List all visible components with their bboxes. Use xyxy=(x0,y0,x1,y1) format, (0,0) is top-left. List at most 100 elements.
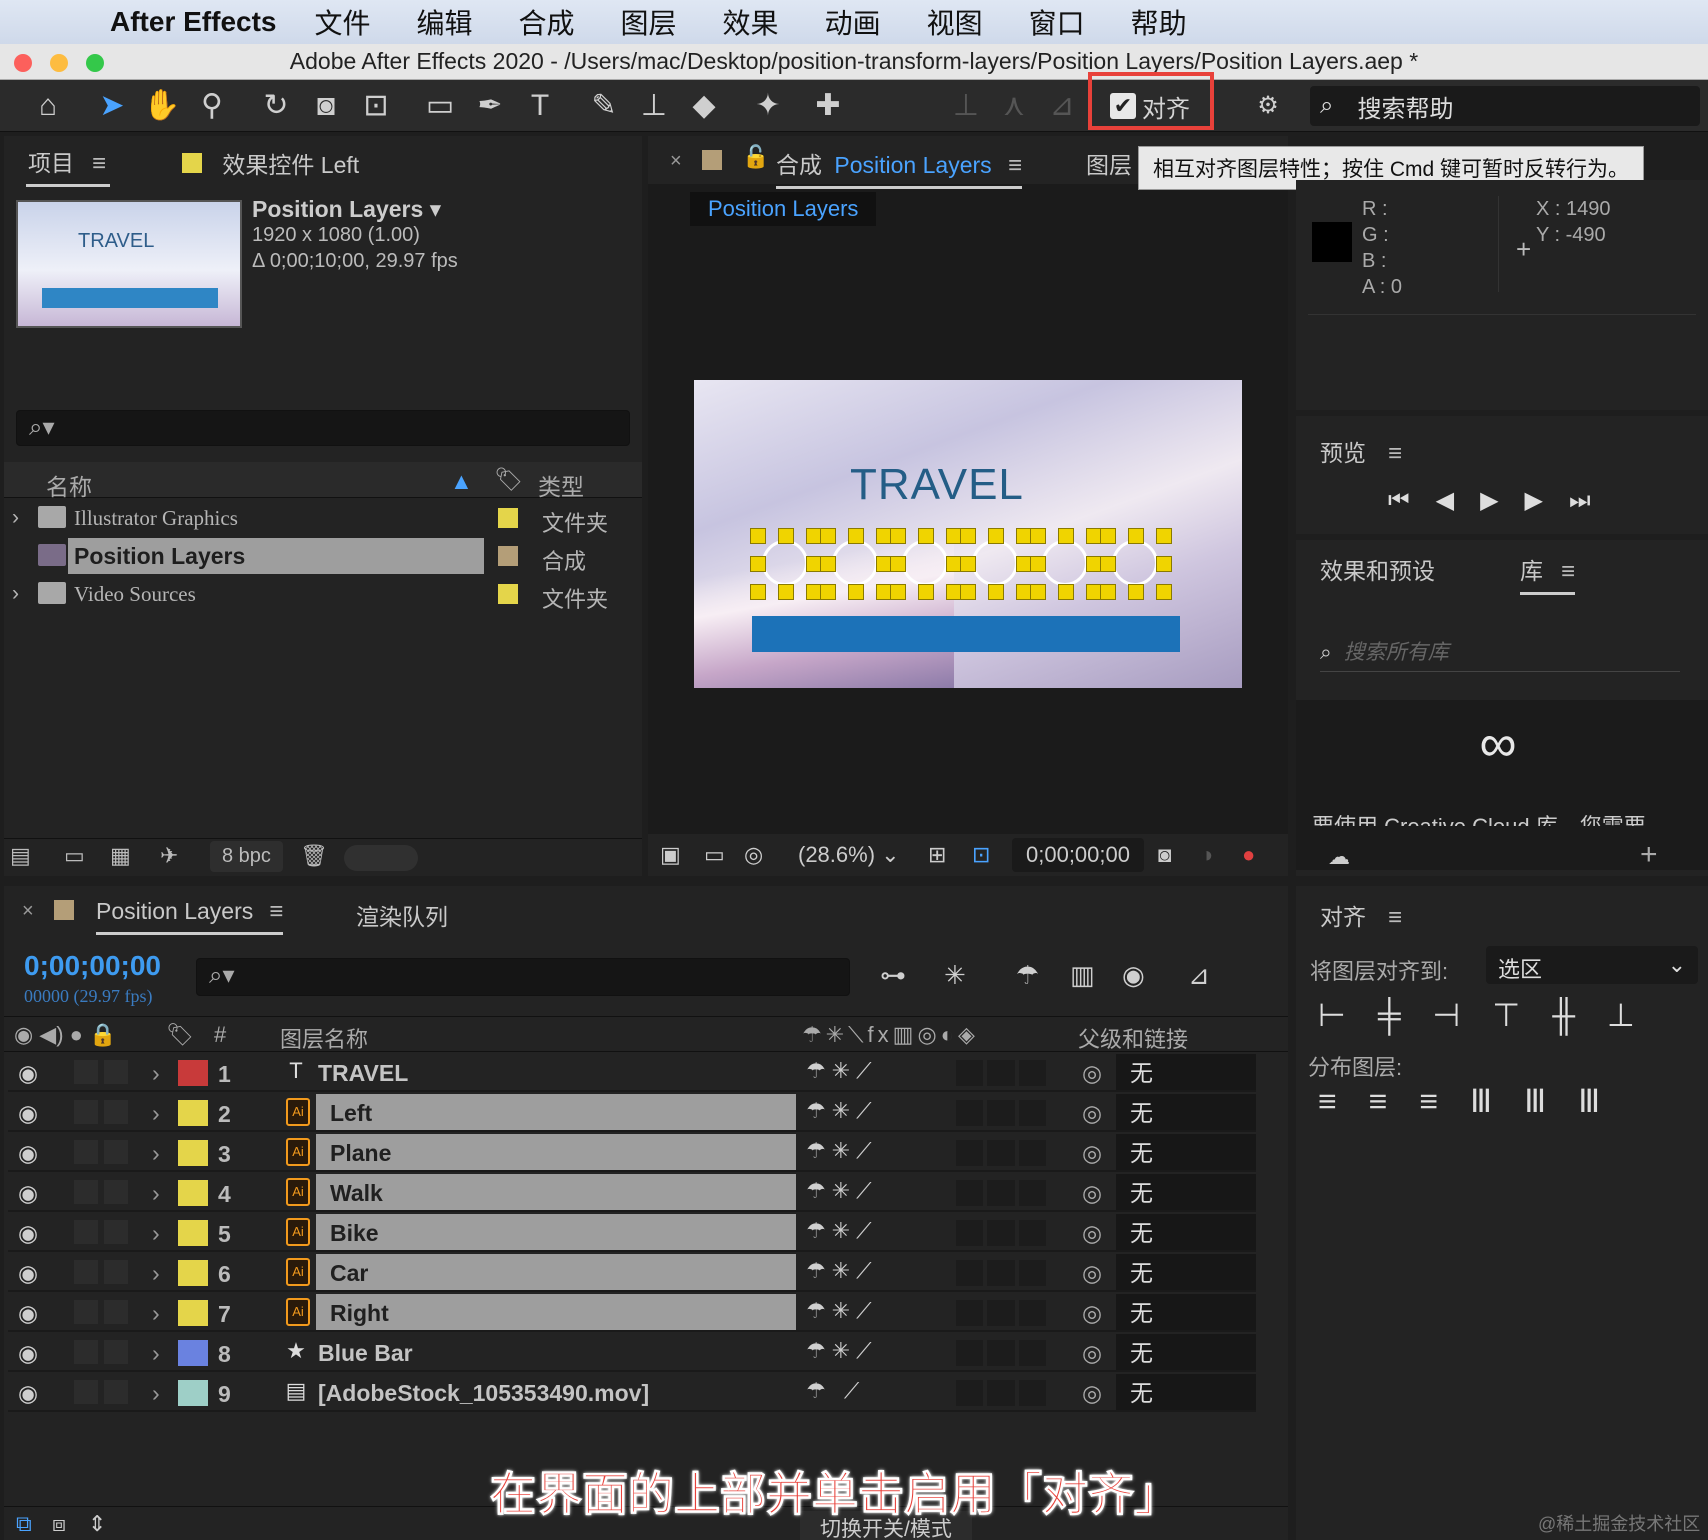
pan-behind-tool-icon[interactable]: ⊡ xyxy=(356,86,396,126)
layer-switches[interactable]: ☂✳⟋ xyxy=(806,1178,878,1204)
rotate-tool-icon[interactable]: ↻ xyxy=(256,86,296,126)
selection-handle[interactable] xyxy=(1058,584,1074,600)
layer-label-color[interactable] xyxy=(178,1340,208,1366)
eraser-tool-icon[interactable]: ◆ xyxy=(684,86,724,126)
layer-row[interactable]: ◉ › 3 Ai Plane ☂✳⟋ ◎ 无 xyxy=(8,1134,1256,1172)
align-hcenter-icon[interactable]: ╪ xyxy=(1378,997,1433,1033)
pick-whip-icon[interactable]: ◎ xyxy=(1082,1100,1102,1127)
preview-icon-layer[interactable] xyxy=(960,528,1032,600)
parent-dropdown[interactable]: 无 xyxy=(1116,1214,1256,1250)
layer-row[interactable]: ◉ › 5 Ai Bike ☂✳⟋ ◎ 无 xyxy=(8,1214,1256,1252)
layer-row[interactable]: ◉ › 6 Ai Car ☂✳⟋ ◎ 无 xyxy=(8,1254,1256,1292)
disclosure-arrow-icon[interactable]: › xyxy=(152,1260,160,1287)
layer-name[interactable]: TRAVEL xyxy=(304,1054,796,1090)
pick-whip-icon[interactable]: ◎ xyxy=(1082,1340,1102,1367)
solo-toggle[interactable] xyxy=(74,1100,98,1124)
next-frame-icon[interactable]: ▶ xyxy=(1525,487,1569,514)
visibility-eye-icon[interactable]: ◉ xyxy=(18,1180,48,1207)
lock-toggle[interactable] xyxy=(104,1060,128,1084)
pick-whip-icon[interactable]: ◎ xyxy=(1082,1260,1102,1287)
tab-render-queue[interactable]: 渲染队列 xyxy=(356,898,448,932)
disclosure-arrow-icon[interactable]: › xyxy=(152,1300,160,1327)
visibility-eye-icon[interactable]: ◉ xyxy=(18,1100,48,1127)
selection-handle[interactable] xyxy=(918,584,934,600)
menu-composition[interactable]: 合成 xyxy=(519,2,575,42)
selection-handle[interactable] xyxy=(848,528,864,544)
parent-dropdown[interactable]: 无 xyxy=(1116,1134,1256,1170)
in-out-icon[interactable]: ⇕ xyxy=(88,1511,106,1537)
axis-view-icon[interactable]: ⊿ xyxy=(1042,86,1082,126)
preview-icon-layer[interactable] xyxy=(820,528,892,600)
align-left-icon[interactable]: ⊢ xyxy=(1318,997,1378,1033)
layer-switch-boxes[interactable] xyxy=(956,1180,1046,1206)
selection-handle[interactable] xyxy=(890,584,906,600)
type-tool-icon[interactable]: T xyxy=(520,86,560,126)
selection-handle[interactable] xyxy=(778,528,794,544)
snapshot-icon[interactable]: ◙ xyxy=(1158,842,1171,868)
distribute-vcenter-icon[interactable]: ≡ xyxy=(1369,1083,1420,1119)
transfer-controls-icon[interactable]: ⧈ xyxy=(52,1511,66,1537)
solo-toggle[interactable] xyxy=(74,1140,98,1164)
layer-switch-boxes[interactable] xyxy=(956,1340,1046,1366)
align-vcenter-icon[interactable]: ╫ xyxy=(1552,997,1607,1033)
pick-whip-icon[interactable]: ◎ xyxy=(1082,1220,1102,1247)
layer-name[interactable]: Left xyxy=(316,1094,796,1130)
tab-effects-presets[interactable]: 效果和预设 xyxy=(1320,552,1435,586)
panel-menu-icon[interactable]: ≡ xyxy=(269,898,283,925)
fit-icon[interactable]: ⊞ xyxy=(928,842,946,868)
parent-dropdown[interactable]: 无 xyxy=(1116,1094,1256,1130)
lock-toggle[interactable] xyxy=(104,1340,128,1364)
shy-layers-icon[interactable]: ☂ xyxy=(1016,960,1039,991)
visibility-eye-icon[interactable]: ◉ xyxy=(18,1220,48,1247)
layer-switches[interactable]: ☂✳⟋ xyxy=(806,1138,878,1164)
distribute-bottom-icon[interactable]: ≡ xyxy=(1419,1083,1470,1119)
selection-handle[interactable] xyxy=(1128,584,1144,600)
new-folder-icon[interactable]: ▭ xyxy=(64,843,85,869)
app-menu[interactable]: After Effects xyxy=(110,6,276,38)
panel-menu-icon[interactable]: ≡ xyxy=(1388,904,1402,931)
layer-label-color[interactable] xyxy=(178,1180,208,1206)
show-snapshot-icon[interactable]: ◑ xyxy=(1200,842,1213,868)
label-tag-icon[interactable]: 🏷 xyxy=(494,466,523,493)
selection-handle[interactable] xyxy=(1030,584,1046,600)
roto-brush-tool-icon[interactable]: ✦ xyxy=(748,86,788,126)
mask-icon[interactable]: ◎ xyxy=(744,842,763,868)
checkbox-checked-icon[interactable]: ✔ xyxy=(1110,93,1136,119)
selection-handle[interactable] xyxy=(960,584,976,600)
tab-composition[interactable]: 合成 Position Layers ≡ xyxy=(776,146,1023,189)
align-top-icon[interactable]: ⊤ xyxy=(1492,997,1552,1033)
column-name[interactable]: 名称 xyxy=(46,468,92,502)
panel-menu-icon[interactable]: ≡ xyxy=(1008,152,1022,179)
timeline-search-input[interactable]: ⌕▾ xyxy=(196,958,850,996)
layer-switch-boxes[interactable] xyxy=(956,1380,1046,1406)
sort-ascending-icon[interactable]: ▲ xyxy=(450,468,473,495)
column-layer-name[interactable]: 图层名称 xyxy=(280,1022,368,1054)
align-to-dropdown[interactable]: 选区 ⌄ xyxy=(1486,946,1698,984)
layer-row[interactable]: ◉ › 8 ★ Blue Bar ☂✳⟋ ◎ 无 xyxy=(8,1334,1256,1372)
selection-handle[interactable] xyxy=(988,528,1004,544)
new-comp-icon[interactable]: ▦ xyxy=(110,843,131,869)
label-color-swatch[interactable] xyxy=(498,546,518,566)
close-window-button[interactable] xyxy=(14,54,32,72)
distribute-right-icon[interactable]: Ⅲ xyxy=(1578,1083,1632,1119)
project-item[interactable]: › Video Sources 文件夹 xyxy=(4,576,642,612)
pick-whip-icon[interactable]: ◎ xyxy=(1082,1180,1102,1207)
layer-label-color[interactable] xyxy=(178,1100,208,1126)
selection-handle[interactable] xyxy=(1156,528,1172,544)
layer-switch-boxes[interactable] xyxy=(956,1100,1046,1126)
menu-view[interactable]: 视图 xyxy=(927,2,983,42)
parent-dropdown[interactable]: 无 xyxy=(1116,1174,1256,1210)
column-type[interactable]: 类型 xyxy=(538,468,584,502)
preview-icon-layer[interactable] xyxy=(1030,528,1102,600)
align-bottom-icon[interactable]: ⊥ xyxy=(1607,997,1667,1033)
comp-timecode[interactable]: 0;00;00;00 xyxy=(1012,838,1144,872)
layer-switch-boxes[interactable] xyxy=(956,1220,1046,1246)
selection-handle[interactable] xyxy=(1156,556,1172,572)
layer-row[interactable]: ◉ › 1 T TRAVEL ☂✳⟋ ◎ 无 xyxy=(8,1054,1256,1092)
first-frame-icon[interactable]: ⏮ xyxy=(1388,487,1436,514)
lock-toggle[interactable] xyxy=(104,1100,128,1124)
pick-whip-icon[interactable]: ◎ xyxy=(1082,1380,1102,1407)
solo-toggle[interactable] xyxy=(74,1060,98,1084)
preview-icon-layer[interactable] xyxy=(1100,528,1172,600)
disclosure-arrow-icon[interactable]: › xyxy=(12,582,19,606)
